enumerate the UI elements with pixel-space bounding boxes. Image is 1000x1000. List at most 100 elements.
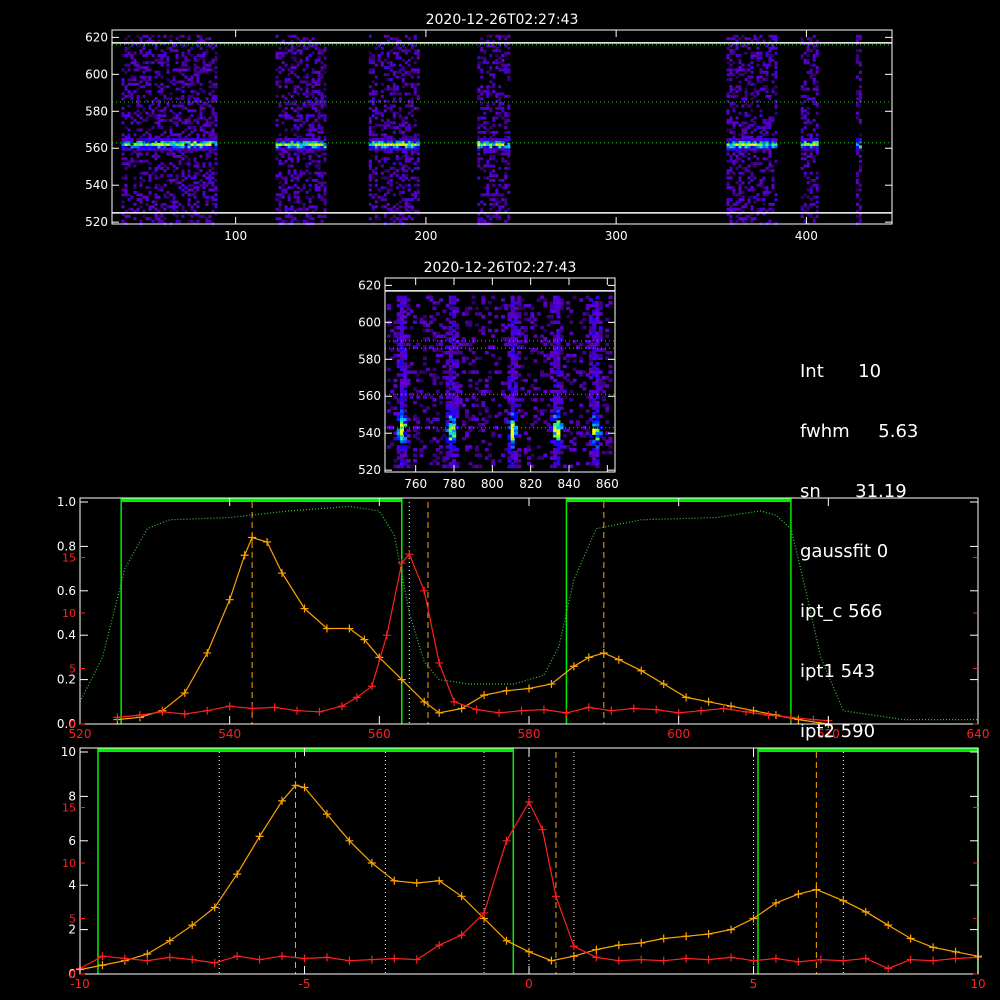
heatmap-cell [124,114,128,118]
heatmap-cell [142,178,146,182]
heatmap-cell [124,54,128,57]
heatmap-cell [121,162,125,166]
heatmap-cell [407,178,411,182]
heatmap-cell [489,214,493,218]
heatmap-cell [124,157,128,161]
heatmap-cell [416,183,420,187]
heatmap-cell [492,202,496,206]
heatmap-cell [386,73,390,77]
heatmap-cell [395,51,399,55]
heatmap-cell [154,70,158,74]
heatmap-cell [196,92,200,96]
heatmap-cell [284,128,288,132]
heatmap-cell [290,164,294,168]
heatmap-cell [410,217,414,221]
heatmap-cell [371,80,375,84]
series-point-red [300,954,309,963]
heatmap-cell [738,66,742,69]
heatmap-cell [756,51,760,55]
heatmap-cell [154,152,158,156]
heatmap-cell [407,92,411,96]
heatmap-cell [317,121,321,125]
heatmap-cell [478,356,483,360]
heatmap-cell [738,37,742,41]
heatmap-cell [726,169,730,173]
heatmap-cell [729,214,733,218]
heatmap-cell [299,80,303,84]
heatmap-cell [392,214,396,218]
info-fwhm: fwhm 5.63 [800,421,919,442]
heatmap-cell [858,34,862,38]
heatmap-cell [296,75,300,79]
heatmap-cell [501,102,505,106]
heatmap-cell [181,183,185,187]
heatmap-cell [403,326,408,330]
heatmap-cell [190,188,194,192]
heatmap-cell [386,66,390,69]
heatmap-cell [747,164,751,168]
heatmap-cell [484,406,489,410]
heatmap-cell [803,94,807,98]
heatmap-cell [426,337,430,341]
heatmap-cell [311,217,315,221]
heatmap-cell [741,121,745,125]
heatmap-cell [771,169,775,173]
heatmap-cell [275,34,279,38]
heatmap-cell [284,111,288,115]
heatmap-cell [293,109,297,113]
heatmap-xtick-label: 300 [605,229,628,243]
heatmap-cell [380,128,384,132]
heatmap-cell [480,193,484,197]
heatmap-cell [275,193,279,197]
heatmap-cell [308,205,312,209]
heatmap-cell [383,176,387,180]
heatmap-cell [133,118,137,122]
heatmap-cell [383,104,387,108]
heatmap-cell [855,202,859,206]
heatmap-cell [806,106,810,110]
line-ytick-label-red: 0 [69,718,76,731]
heatmap-cell [124,183,128,187]
heatmap-cell [732,202,736,206]
heatmap-cell [501,116,505,120]
heatmap-cell [184,145,188,149]
heatmap-cell [145,159,149,163]
heatmap-cell [605,328,610,333]
heatmap-cell [199,54,203,57]
heatmap-cell [148,82,152,86]
heatmap-cell [157,183,161,187]
heatmap-cell [181,68,185,72]
heatmap-cell [145,116,149,120]
heatmap-cell [166,97,170,101]
heatmap-cell [133,111,137,115]
heatmap-cell [151,61,155,65]
heatmap-cell [520,298,525,302]
heatmap-cell [389,87,393,91]
heatmap-cell [582,381,587,385]
heatmap-cell [575,461,580,466]
heatmap-cell [166,46,170,50]
heatmap-cell [771,54,775,57]
heatmap-cell [756,63,760,67]
heatmap-xtick-label: 820 [519,477,542,491]
heatmap-cell [504,171,508,175]
heatmap-cell [121,78,125,81]
heatmap-cell [368,51,372,55]
heatmap-cell [477,176,481,180]
heatmap-cell [133,82,137,86]
heatmap-cell [747,135,751,139]
heatmap-cell [166,85,170,89]
heatmap-cell [401,198,405,202]
heatmap-cell [130,116,134,120]
heatmap-cell [800,85,804,89]
heatmap-cell [169,97,173,101]
heatmap-cell [124,174,128,178]
heatmap-ytick-label: 600 [358,315,381,329]
heatmap-cell [190,121,194,125]
heatmap-cell [486,214,490,218]
heatmap-cell [368,116,372,120]
heatmap-cell [290,174,294,178]
heatmap-cell [495,66,499,69]
heatmap-cell [812,178,816,182]
heatmap-cell [287,169,291,173]
